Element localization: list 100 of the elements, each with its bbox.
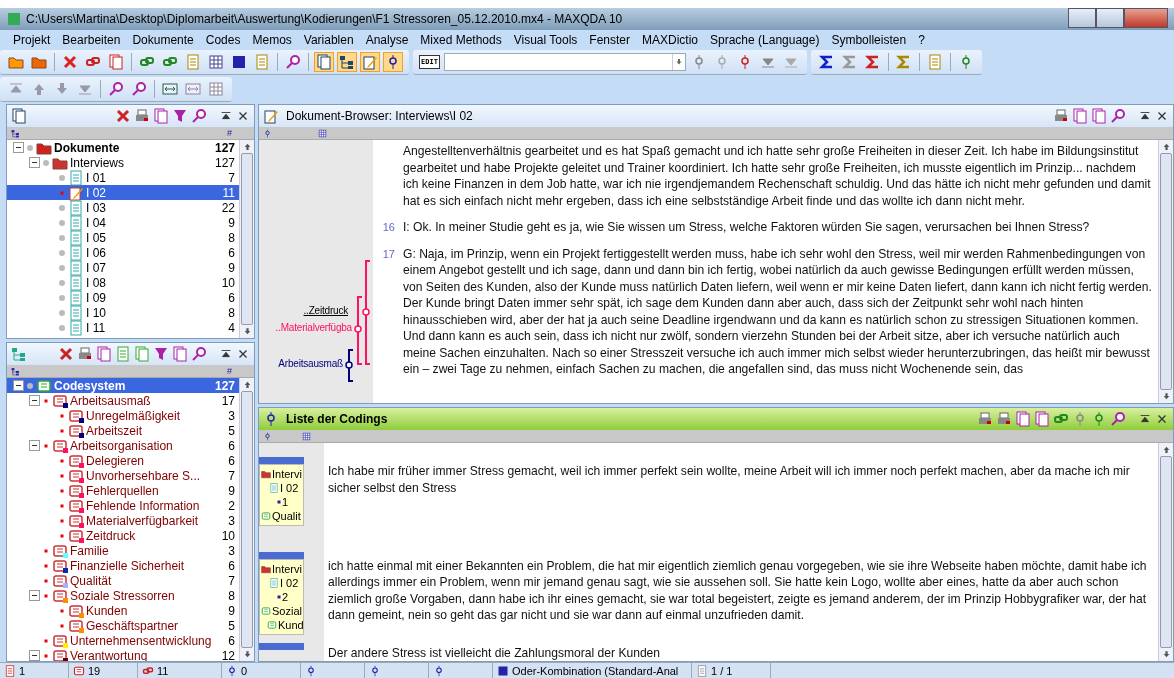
segment-header-bar[interactable] (259, 642, 304, 650)
collapse-toggle[interactable] (29, 440, 40, 451)
collapse-toggle[interactable] (29, 590, 40, 601)
sum-icon[interactable] (864, 54, 881, 70)
open-project-icon[interactable] (31, 54, 47, 70)
filter-icon[interactable] (153, 346, 169, 362)
menu-item[interactable]: ? (913, 31, 930, 49)
print-icon[interactable] (996, 411, 1012, 427)
tree-row[interactable]: Codesystem 127 (7, 378, 239, 393)
tree-row[interactable]: I 05 8 (7, 230, 239, 245)
tree-row[interactable]: Arbeitsorganisation 6 (7, 438, 239, 453)
search-icon[interactable] (285, 54, 301, 70)
menu-item[interactable]: Visual Tools (508, 31, 583, 49)
cross-icon[interactable] (58, 346, 74, 362)
menu-item[interactable]: Bearbeiten (57, 31, 126, 49)
cross-icon[interactable] (115, 108, 131, 124)
tree-row[interactable]: Kunden 9 (7, 603, 239, 618)
coding-label[interactable]: ..Zeitdruck (303, 305, 348, 316)
tree-row[interactable]: Unternehmensentwicklung 6 (7, 633, 239, 648)
search-icon[interactable] (191, 346, 207, 362)
print-icon[interactable] (1053, 108, 1069, 124)
copy-icon[interactable] (108, 54, 124, 70)
tree-row[interactable]: I 04 9 (7, 215, 239, 230)
tree-row[interactable]: Familie 3 (7, 543, 239, 558)
tree-row[interactable]: Arbeitszeit 5 (7, 423, 239, 438)
tree-row[interactable]: Arbeitsausmaß 17 (7, 393, 239, 408)
export-icon[interactable] (153, 108, 169, 124)
collapse-toggle[interactable] (13, 380, 24, 391)
tree-row[interactable]: Unregelmäßigkeit 3 (7, 408, 239, 423)
export-icon[interactable] (96, 346, 112, 362)
code-copy-icon[interactable] (134, 346, 150, 362)
tree-row[interactable]: I 06 6 (7, 245, 239, 260)
zoom-out-icon[interactable] (131, 81, 147, 97)
tree-row[interactable]: Fehlende Information 2 (7, 498, 239, 513)
tree-row[interactable]: Qualität 7 (7, 573, 239, 588)
tree-row[interactable]: I 08 10 (7, 275, 239, 290)
view-toggle-button[interactable] (314, 52, 334, 72)
search-icon[interactable] (1110, 108, 1126, 124)
menu-item[interactable]: Mixed Methods (415, 31, 507, 49)
cross-icon[interactable] (62, 54, 78, 70)
zoom-icon[interactable] (162, 81, 178, 97)
tree-row[interactable]: Geschäftspartner 5 (7, 618, 239, 633)
collapse-toggle[interactable] (29, 157, 40, 168)
scrollbar[interactable] (1158, 443, 1173, 661)
close-button[interactable] (1124, 8, 1168, 28)
export-icon[interactable] (1091, 108, 1107, 124)
sum-icon[interactable] (818, 54, 835, 70)
tree-row[interactable]: I 09 6 (7, 290, 239, 305)
menu-item[interactable]: Memos (247, 31, 297, 49)
tree-row[interactable]: Zeitdruck 10 (7, 528, 239, 543)
print-icon[interactable] (77, 346, 93, 362)
new-project-icon[interactable] (8, 54, 24, 70)
menu-item[interactable]: MAXDictio (637, 31, 703, 49)
tree-row[interactable]: Fehlerquellen 9 (7, 483, 239, 498)
export-icon[interactable] (1072, 108, 1088, 124)
menu-item[interactable]: Analyse (360, 31, 414, 49)
print-icon[interactable] (134, 108, 150, 124)
search-icon[interactable] (1110, 411, 1126, 427)
tree-row[interactable]: I 07 9 (7, 260, 239, 275)
tree-row[interactable]: I 03 22 (7, 200, 239, 215)
fit-icon[interactable] (208, 81, 224, 97)
view-toggle-button[interactable] (360, 52, 380, 72)
search-combo-field[interactable] (443, 53, 686, 71)
segment-header-bar[interactable] (259, 551, 304, 559)
zoom-in-icon[interactable] (108, 81, 124, 97)
tree-row[interactable]: Dokumente 127 (7, 140, 239, 155)
view-toggle-button[interactable] (383, 52, 403, 72)
menu-item[interactable]: Projekt (8, 31, 56, 49)
menu-item[interactable]: Sprache (Language) (705, 31, 825, 49)
tree-row[interactable]: Delegieren 6 (7, 453, 239, 468)
scrollbar[interactable] (239, 378, 254, 661)
restore-button[interactable] (1096, 8, 1124, 28)
collapse-toggle[interactable] (29, 395, 40, 406)
menu-item[interactable]: Codes (200, 31, 246, 49)
tree-row[interactable]: I 02 11 (7, 185, 239, 200)
tree-row[interactable]: Soziale Stressorren 8 (7, 588, 239, 603)
filter-icon[interactable] (172, 108, 188, 124)
view-toggle-button[interactable] (337, 52, 357, 72)
tree-row[interactable]: Unvorhersehbare S... 7 (7, 468, 239, 483)
table-icon[interactable] (208, 54, 224, 70)
column-header[interactable]: # (202, 366, 232, 376)
column-header[interactable]: # (202, 128, 232, 138)
tree-row[interactable]: Finanzielle Sicherheit 6 (7, 558, 239, 573)
print-icon[interactable] (977, 411, 993, 427)
tree-row[interactable]: I 01 7 (7, 170, 239, 185)
coding-label[interactable]: Arbeitsausmaß (278, 358, 343, 369)
menu-item[interactable]: Dokumente (127, 31, 199, 49)
fit-width-icon[interactable] (185, 81, 201, 97)
collapse-toggle[interactable] (13, 142, 24, 153)
copy-icon[interactable] (172, 346, 188, 362)
coding-bracket[interactable] (345, 349, 355, 382)
scrollbar[interactable] (239, 140, 254, 338)
tree-row[interactable]: I 11 4 (7, 320, 239, 335)
tree-row[interactable]: I 10 8 (7, 305, 239, 320)
tree-row[interactable]: Interviews 127 (7, 155, 239, 170)
menu-item[interactable]: Symbolleisten (826, 31, 912, 49)
tree-row[interactable]: Materialverfügbarkeit 3 (7, 513, 239, 528)
search-icon[interactable] (191, 108, 207, 124)
export-icon[interactable] (1015, 411, 1031, 427)
menu-item[interactable]: Fenster (584, 31, 635, 49)
